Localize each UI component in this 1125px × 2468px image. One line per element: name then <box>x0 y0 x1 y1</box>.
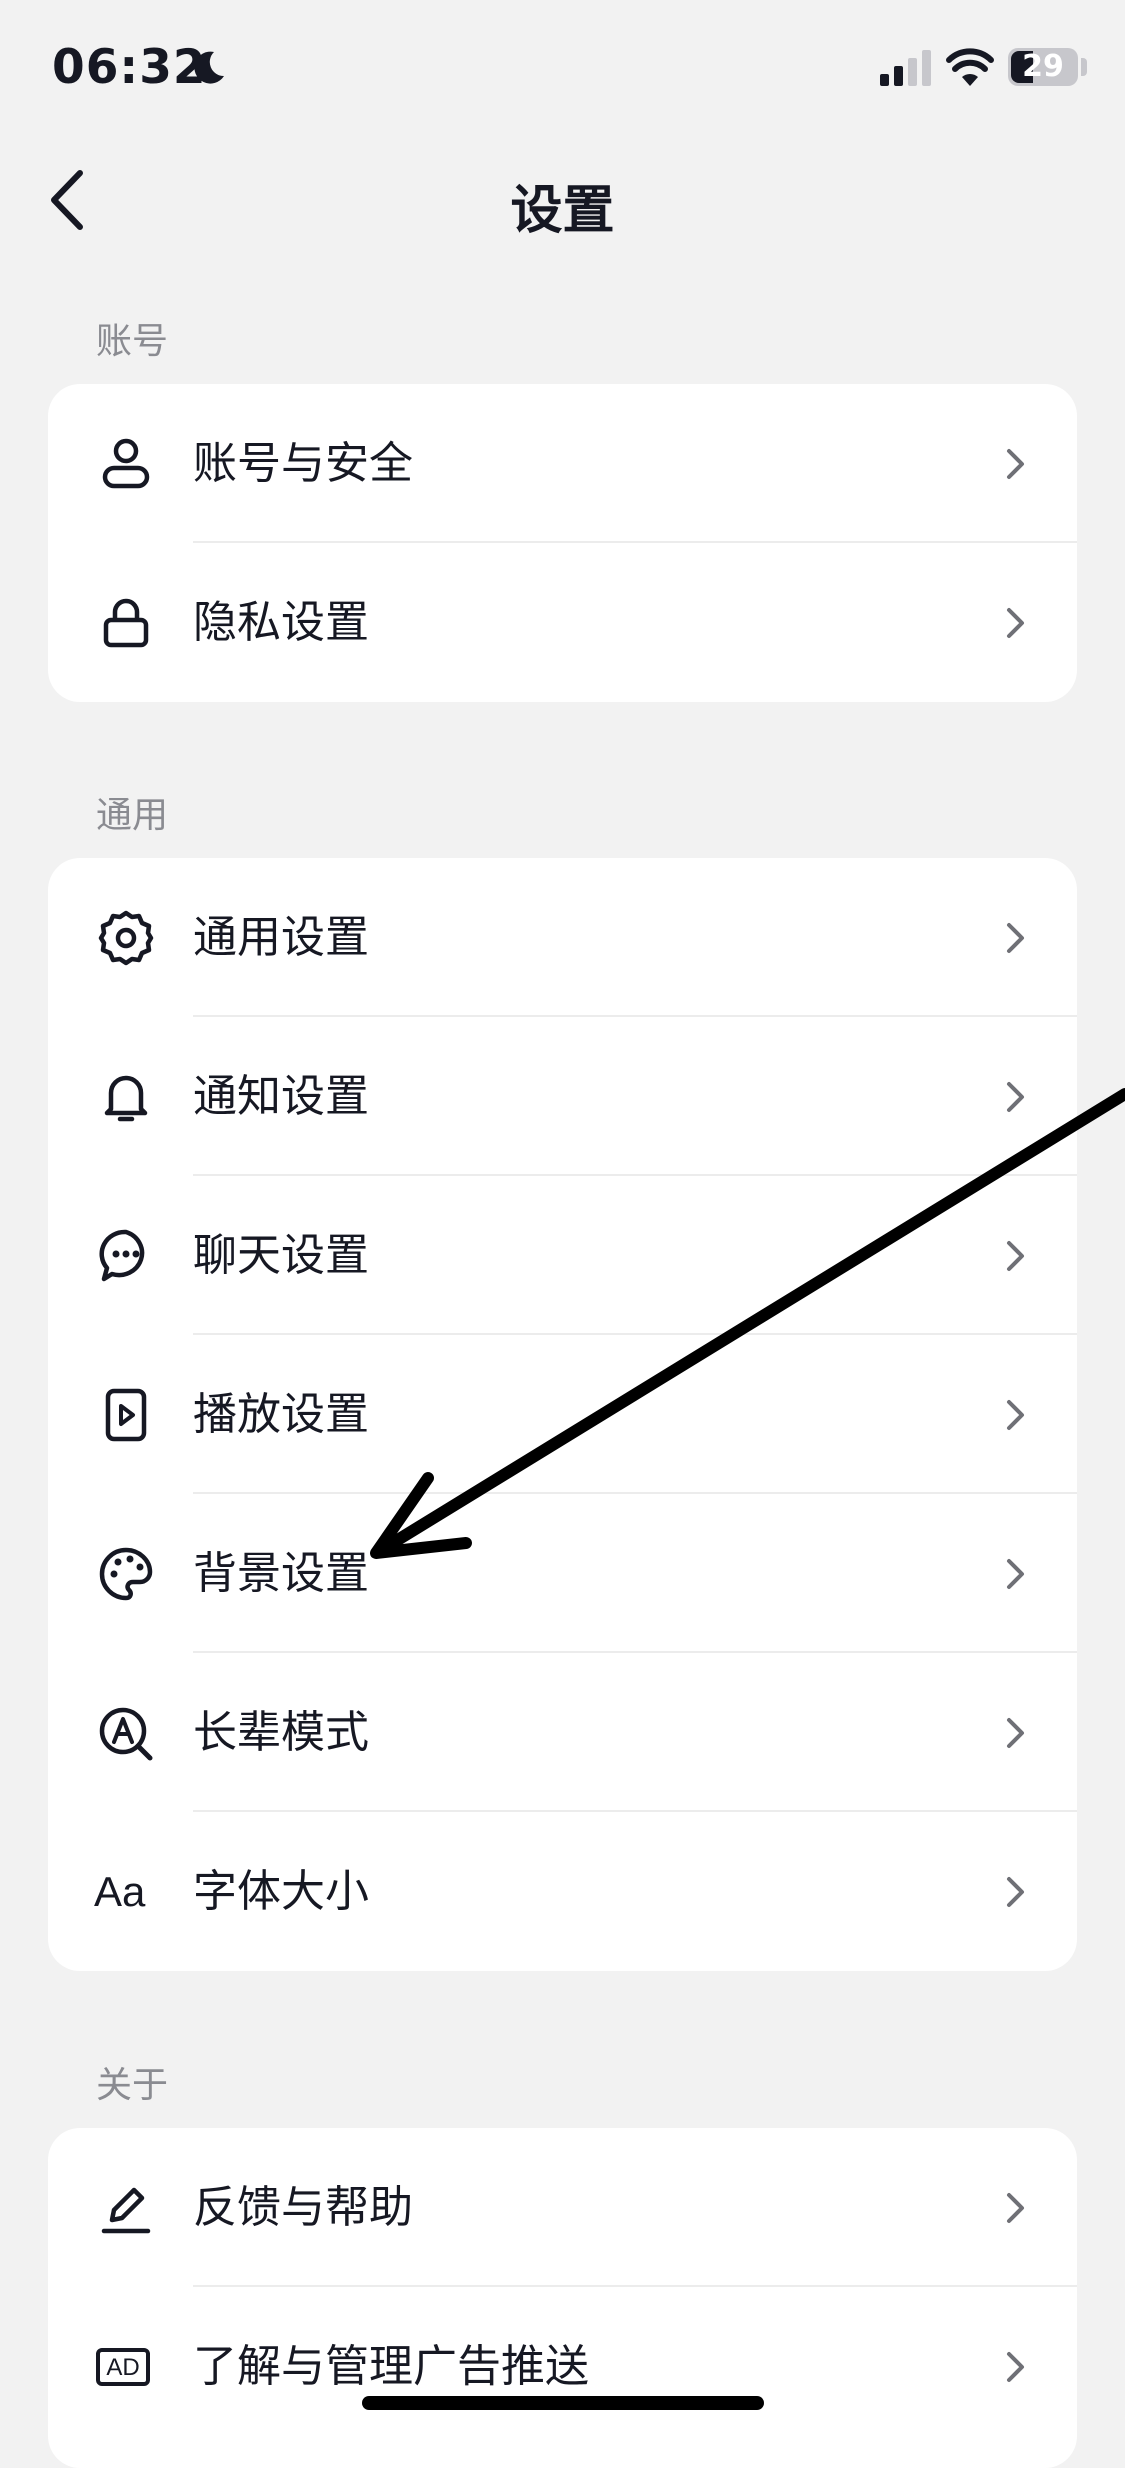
row-background-settings[interactable]: 背景设置 <box>48 1494 1077 1653</box>
row-label: 通用设置 <box>193 912 369 963</box>
row-label: 了解与管理广告推送 <box>193 2341 589 2392</box>
lock-icon <box>103 598 149 647</box>
nav-bar: 设置 <box>0 140 1125 260</box>
pencil-icon <box>101 2187 151 2233</box>
row-chat-settings[interactable]: 聊天设置 <box>48 1176 1077 1335</box>
chevron-right-icon <box>1007 1558 1024 1589</box>
status-time: 06:32 <box>52 40 207 95</box>
chevron-right-icon <box>1007 922 1024 953</box>
palette-icon <box>99 1547 153 1600</box>
status-bar: 06:32 29 <box>0 0 1125 135</box>
chat-icon <box>99 1229 145 1281</box>
row-label: 聊天设置 <box>193 1230 369 1281</box>
row-label: 长辈模式 <box>193 1707 369 1758</box>
row-privacy-settings[interactable]: 隐私设置 <box>48 543 1077 702</box>
elder-mode-icon <box>99 1707 153 1760</box>
section-label-account: 账号 <box>96 321 169 362</box>
gear-icon <box>98 910 154 965</box>
bell-icon <box>104 1075 148 1121</box>
chevron-right-icon <box>1007 1717 1024 1748</box>
row-notification-settings[interactable]: 通知设置 <box>48 1017 1077 1176</box>
page-title: 设置 <box>510 181 615 241</box>
row-label: 反馈与帮助 <box>193 2182 413 2233</box>
battery-icon: 29 <box>1008 48 1078 86</box>
row-label: 播放设置 <box>193 1389 369 1440</box>
card-about: 反馈与帮助 AD 了解与管理广告推送 <box>48 2128 1077 2468</box>
person-icon <box>102 438 150 488</box>
row-general-settings[interactable]: 通用设置 <box>48 858 1077 1017</box>
row-label: 隐私设置 <box>193 597 369 648</box>
row-playback-settings[interactable]: 播放设置 <box>48 1335 1077 1494</box>
chevron-right-icon <box>1007 607 1024 638</box>
ad-icon: AD <box>96 2347 150 2386</box>
row-label: 账号与安全 <box>193 438 413 489</box>
font-size-icon: Aa <box>94 1867 146 1915</box>
row-feedback-help[interactable]: 反馈与帮助 <box>48 2128 1077 2287</box>
row-elder-mode[interactable]: 长辈模式 <box>48 1653 1077 1812</box>
card-general: 通用设置 通知设置 聊天设置 播放设置 背景设置 长辈模式 Aa 字体大小 <box>48 858 1077 1971</box>
row-label: 背景设置 <box>193 1548 369 1599</box>
row-font-size[interactable]: Aa 字体大小 <box>48 1812 1077 1971</box>
row-account-security[interactable]: 账号与安全 <box>48 384 1077 543</box>
chevron-right-icon <box>1007 1876 1024 1907</box>
chevron-right-icon <box>1007 2192 1024 2223</box>
wifi-icon <box>946 48 994 86</box>
chevron-right-icon <box>1007 1399 1024 1430</box>
home-indicator <box>362 2396 764 2410</box>
row-label: 字体大小 <box>193 1866 369 1917</box>
row-label: 通知设置 <box>193 1071 369 1122</box>
chevron-right-icon <box>1007 1081 1024 1112</box>
chevron-right-icon <box>1007 448 1024 479</box>
chevron-right-icon <box>1007 1240 1024 1271</box>
row-ad-management[interactable]: AD 了解与管理广告推送 <box>48 2287 1077 2446</box>
battery-level: 29 <box>1022 49 1064 84</box>
section-label-general: 通用 <box>96 795 169 836</box>
play-icon <box>105 1388 147 1441</box>
chevron-right-icon <box>1007 2351 1024 2382</box>
section-label-about: 关于 <box>96 2065 169 2106</box>
cellular-signal-icon <box>880 50 931 86</box>
card-account: 账号与安全 隐私设置 <box>48 384 1077 702</box>
moon-icon <box>194 51 224 84</box>
